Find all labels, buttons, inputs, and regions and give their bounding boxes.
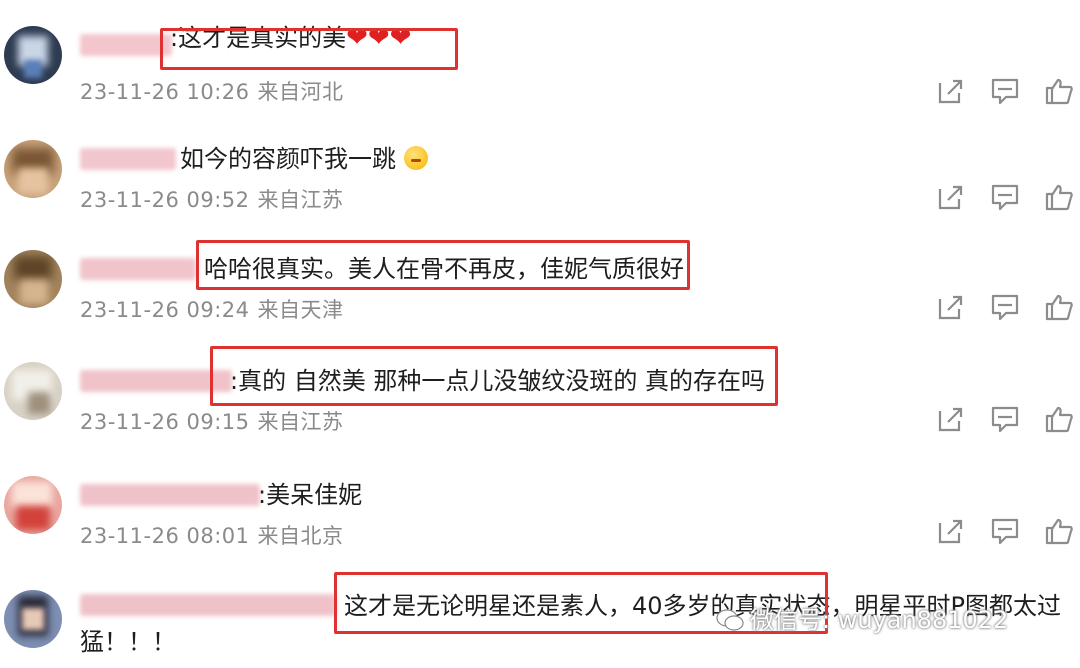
reply-button[interactable] [990, 292, 1022, 324]
comment-body-continued: 猛！！！ [80, 628, 176, 656]
comment-text-line2: 猛！！！ [80, 624, 176, 660]
comment-location: 来自天津 [257, 298, 344, 322]
share-icon [938, 519, 963, 544]
reply-button[interactable] [990, 76, 1022, 108]
comment-location: 来自北京 [257, 524, 344, 548]
comment-icon [991, 78, 1019, 105]
comment-actions [936, 516, 1073, 548]
comment-body: 如今的容颜吓我一跳 [180, 145, 396, 173]
comment-item: 如今的容颜吓我一跳 23-11-26 09:52 来自江苏 [0, 134, 1080, 246]
share-icon [938, 185, 963, 210]
like-button[interactable] [1044, 292, 1076, 324]
comment-body: 哈哈很真实。美人在骨不再皮，佳妮气质很好 [204, 255, 684, 283]
comment-body: :真的 自然美 那种一点儿没皱纹没斑的 真的存在吗 [230, 367, 765, 395]
reply-button[interactable] [990, 182, 1022, 214]
username-blurred[interactable] [80, 258, 196, 280]
comment-location: 来自河北 [257, 80, 344, 104]
watermark: 微信号: wuyan881022 [716, 600, 1008, 635]
share-icon [938, 295, 963, 320]
thumbs-up-icon [1045, 294, 1073, 321]
username-blurred[interactable] [80, 484, 260, 506]
comment-meta: 23-11-26 10:26 来自河北 [80, 76, 352, 106]
comment-text: :这才是真实的美❤❤❤ [170, 20, 411, 56]
like-button[interactable] [1044, 76, 1076, 108]
comment-location: 来自江苏 [257, 410, 344, 434]
comment-icon [991, 294, 1019, 321]
comment-meta: 23-11-26 09:24 来自天津 [80, 294, 352, 324]
comment-actions [936, 404, 1073, 436]
avatar[interactable] [4, 362, 62, 420]
heart-icons: ❤❤❤ [346, 23, 412, 53]
comment-icon [991, 406, 1019, 433]
comment-location: 来自江苏 [257, 188, 344, 212]
username-blurred[interactable] [80, 370, 232, 392]
thumbs-up-icon [1045, 518, 1073, 545]
avatar[interactable] [4, 590, 62, 648]
avatar[interactable] [4, 26, 62, 84]
avatar[interactable] [4, 140, 62, 198]
avatar[interactable] [4, 250, 62, 308]
comment-body: :这才是真实的美 [170, 24, 347, 52]
comment-time: 23-11-26 09:15 [80, 410, 250, 434]
share-button[interactable] [936, 516, 968, 548]
comment-meta: 23-11-26 08:01 来自北京 [80, 520, 352, 550]
comment-text: 如今的容颜吓我一跳 [180, 141, 428, 177]
watermark-text: 微信号: wuyan881022 [750, 606, 1009, 634]
share-icon [938, 407, 963, 432]
share-button[interactable] [936, 292, 968, 324]
comment-item: :这才是真实的美❤❤❤ 23-11-26 10:26 来自河北 [0, 20, 1080, 132]
username-blurred[interactable] [80, 594, 336, 616]
comment-meta: 23-11-26 09:15 来自江苏 [80, 406, 352, 436]
comment-text: :真的 自然美 那种一点儿没皱纹没斑的 真的存在吗 [230, 363, 765, 399]
share-button[interactable] [936, 404, 968, 436]
thumbs-up-icon [1045, 78, 1073, 105]
share-button[interactable] [936, 182, 968, 214]
like-button[interactable] [1044, 182, 1076, 214]
comment-actions [936, 292, 1073, 324]
share-icon [938, 79, 963, 104]
share-button[interactable] [936, 76, 968, 108]
comment-actions [936, 182, 1073, 214]
username-blurred[interactable] [80, 148, 176, 170]
comment-icon [991, 518, 1019, 545]
comment-item: 哈哈很真实。美人在骨不再皮，佳妮气质很好 23-11-26 09:24 来自天津 [0, 240, 1080, 356]
avatar[interactable] [4, 476, 62, 534]
comment-time: 23-11-26 10:26 [80, 80, 250, 104]
comment-text: :美呆佳妮 [258, 477, 362, 513]
comment-body: :美呆佳妮 [258, 481, 363, 509]
comment-time: 23-11-26 09:52 [80, 188, 250, 212]
sad-face-emoji-icon [403, 146, 428, 170]
comment-text: 哈哈很真实。美人在骨不再皮，佳妮气质很好 [204, 251, 684, 287]
thumbs-up-icon [1045, 184, 1073, 211]
like-button[interactable] [1044, 516, 1076, 548]
reply-button[interactable] [990, 404, 1022, 436]
wechat-icon [716, 609, 744, 631]
username-blurred[interactable] [80, 34, 172, 56]
comment-time: 23-11-26 08:01 [80, 524, 250, 548]
comment-item: :真的 自然美 那种一点儿没皱纹没斑的 真的存在吗 23-11-26 09:15… [0, 346, 1080, 468]
comment-time: 23-11-26 09:24 [80, 298, 250, 322]
comment-icon [991, 184, 1019, 211]
thumbs-up-icon [1045, 406, 1073, 433]
comment-item: :美呆佳妮 23-11-26 08:01 来自北京 [0, 470, 1080, 582]
comment-meta: 23-11-26 09:52 来自江苏 [80, 184, 352, 214]
like-button[interactable] [1044, 404, 1076, 436]
comment-actions [936, 76, 1073, 108]
reply-button[interactable] [990, 516, 1022, 548]
